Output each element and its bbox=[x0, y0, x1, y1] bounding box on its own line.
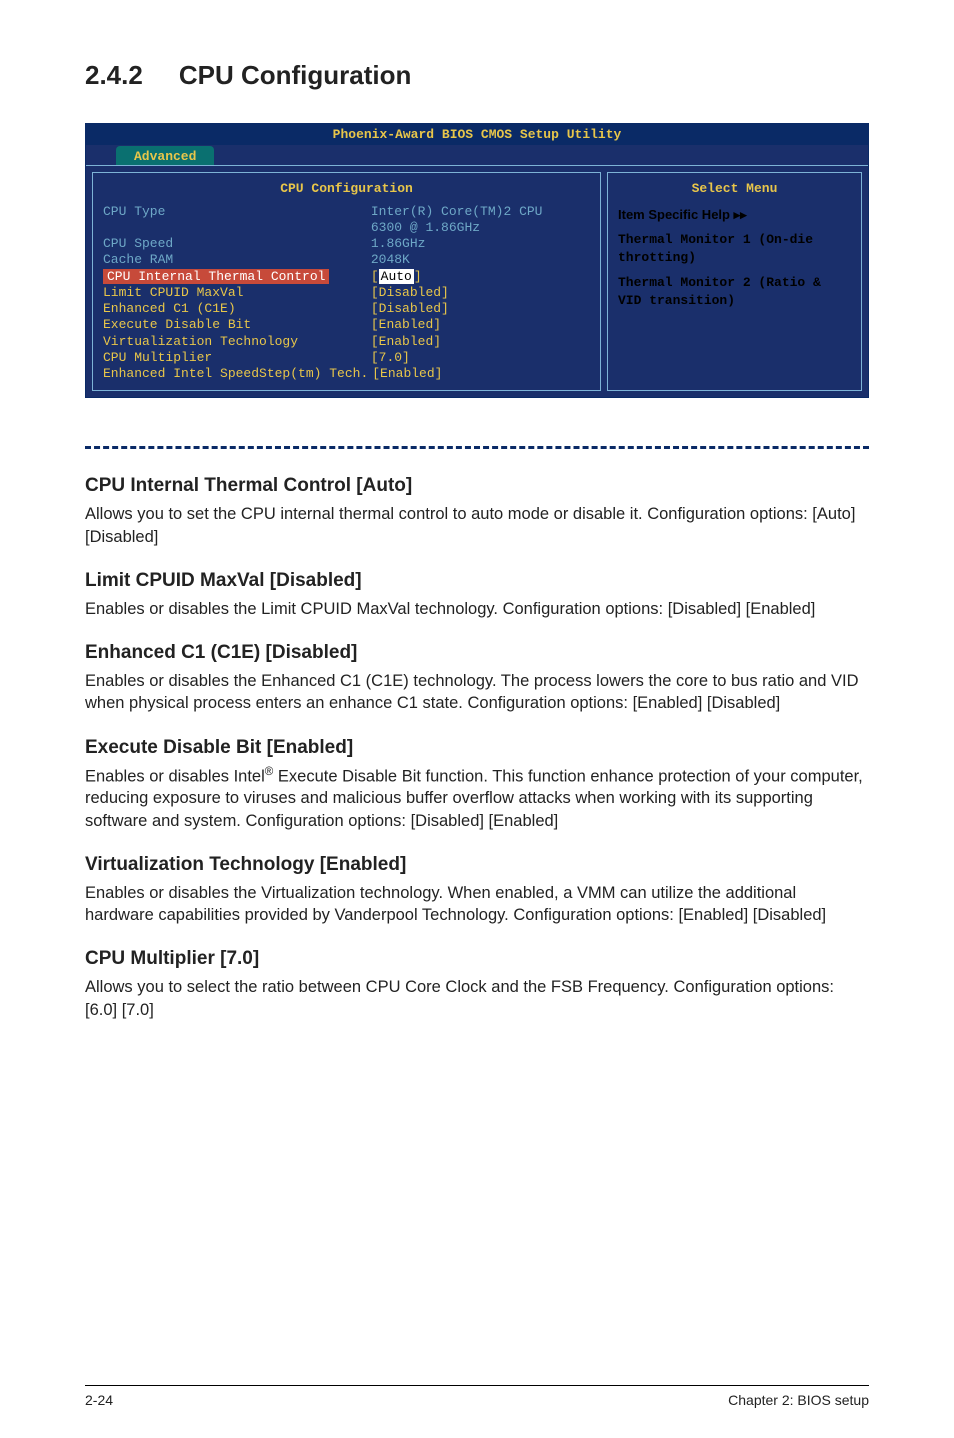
sub-thermal-p: Allows you to set the CPU internal therm… bbox=[85, 503, 869, 548]
row-cpu-type-2: 6300 @ 1.86GHz bbox=[103, 220, 590, 236]
help-heading: Item Specific Help ▸▸ bbox=[618, 206, 851, 224]
pane-title: CPU Configuration bbox=[103, 181, 590, 197]
tab-advanced[interactable]: Advanced bbox=[116, 146, 214, 165]
sub-limit-p: Enables or disables the Limit CPUID MaxV… bbox=[85, 598, 869, 620]
sub-vt-h: Virtualization Technology [Enabled] bbox=[85, 854, 869, 876]
page-number: 2-24 bbox=[85, 1392, 113, 1408]
menu-title: Select Menu bbox=[618, 181, 851, 197]
sub-edb-h: Execute Disable Bit [Enabled] bbox=[85, 737, 869, 759]
sub-mult-h: CPU Multiplier [7.0] bbox=[85, 948, 869, 970]
sub-c1e-h: Enhanced C1 (C1E) [Disabled] bbox=[85, 642, 869, 664]
sub-edb-p: Enables or disables Intel® Execute Disab… bbox=[85, 765, 869, 832]
bios-tabs: Advanced bbox=[86, 145, 868, 165]
sub-vt-p: Enables or disables the Virtualization t… bbox=[85, 882, 869, 927]
sub-mult-p: Allows you to select the ratio between C… bbox=[85, 976, 869, 1021]
row-c1e[interactable]: Enhanced C1 (C1E) [Disabled] bbox=[103, 301, 590, 317]
sub-thermal-h: CPU Internal Thermal Control [Auto] bbox=[85, 475, 869, 497]
row-cache: Cache RAM 2048K bbox=[103, 252, 590, 268]
bios-left-pane: CPU Configuration CPU Type Inter(R) Core… bbox=[92, 172, 601, 391]
bios-body: CPU Configuration CPU Type Inter(R) Core… bbox=[86, 165, 868, 397]
section-heading: 2.4.2 CPU Configuration bbox=[85, 60, 869, 91]
row-edb[interactable]: Execute Disable Bit [Enabled] bbox=[103, 317, 590, 333]
row-mult[interactable]: CPU Multiplier [7.0] bbox=[103, 350, 590, 366]
help-text: Item Specific Help ▸▸ Thermal Monitor 1 … bbox=[618, 206, 851, 310]
row-cpu-speed: CPU Speed 1.86GHz bbox=[103, 236, 590, 252]
help-line-2: Thermal Monitor 2 (Ratio & VID transitio… bbox=[618, 274, 851, 309]
help-line-1: Thermal Monitor 1 (On-die throtting) bbox=[618, 231, 851, 266]
page-footer: 2-24 Chapter 2: BIOS setup bbox=[85, 1385, 869, 1408]
bios-right-pane: Select Menu Item Specific Help ▸▸ Therma… bbox=[607, 172, 862, 391]
bios-window: Phoenix-Award BIOS CMOS Setup Utility Ad… bbox=[85, 123, 869, 398]
sub-limit-h: Limit CPUID MaxVal [Disabled] bbox=[85, 570, 869, 592]
row-thermal[interactable]: CPU Internal Thermal Control [Auto] bbox=[103, 269, 590, 285]
section-number: 2.4.2 bbox=[85, 60, 143, 91]
bios-titlebar: Phoenix-Award BIOS CMOS Setup Utility bbox=[86, 124, 868, 145]
section-title: CPU Configuration bbox=[179, 60, 412, 90]
row-limit[interactable]: Limit CPUID MaxVal [Disabled] bbox=[103, 285, 590, 301]
chapter-label: Chapter 2: BIOS setup bbox=[728, 1392, 869, 1408]
row-speedstep[interactable]: Enhanced Intel SpeedStep(tm) Tech. [Enab… bbox=[103, 366, 590, 382]
row-vt[interactable]: Virtualization Technology [Enabled] bbox=[103, 334, 590, 350]
row-cpu-type: CPU Type Inter(R) Core(TM)2 CPU bbox=[103, 204, 590, 220]
sub-c1e-p: Enables or disables the Enhanced C1 (C1E… bbox=[85, 670, 869, 715]
